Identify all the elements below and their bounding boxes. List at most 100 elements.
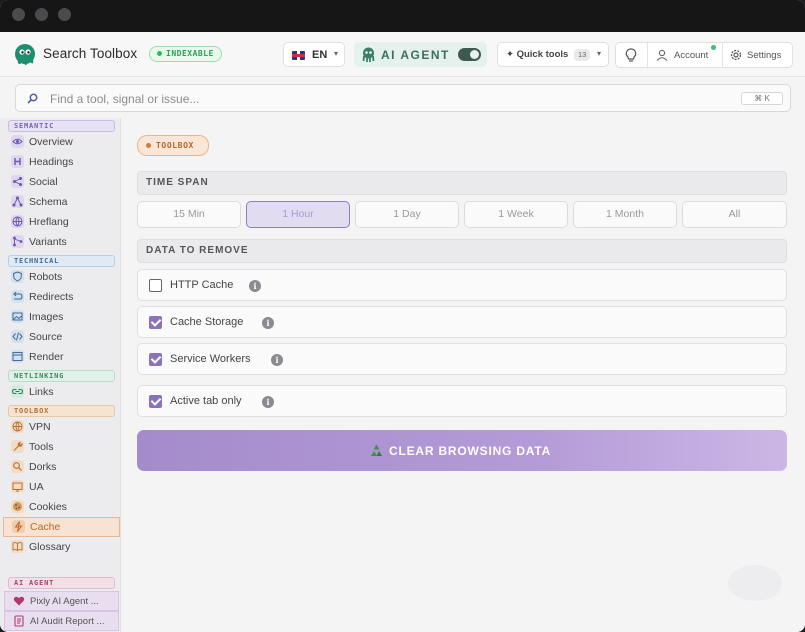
octopus-logo-icon xyxy=(15,44,35,66)
language-selector[interactable]: EN ▾ xyxy=(283,42,345,67)
checkbox[interactable] xyxy=(149,395,162,408)
sidebar-item-robots[interactable]: Robots xyxy=(8,267,119,287)
caret-down-icon: ▾ xyxy=(597,49,602,58)
sidebar-item-variants[interactable]: Variants xyxy=(8,232,119,252)
divider xyxy=(722,43,723,67)
sidebar-item-label: Links xyxy=(29,386,54,398)
time-span-1-week[interactable]: 1 Week xyxy=(464,201,568,228)
search-icon xyxy=(27,93,38,104)
clear-browsing-data-button[interactable]: CLEAR BROWSING DATA xyxy=(137,430,787,471)
sidebar-item-redirects[interactable]: Redirects xyxy=(8,287,119,307)
wrench-icon xyxy=(11,440,24,453)
sidebar-item-headings[interactable]: Headings xyxy=(8,152,119,172)
option-label: HTTP Cache xyxy=(170,279,234,291)
sidebar-item-ai-audit-report[interactable]: AI Audit Report ... xyxy=(4,611,119,631)
sidebar-item-tools[interactable]: Tools xyxy=(8,437,119,457)
app-window: Search Toolbox INDEXABLE EN ▾ AI AGENT ✦… xyxy=(0,0,805,632)
sidebar-item-label: Tools xyxy=(29,441,54,453)
option-label: Active tab only xyxy=(170,395,242,407)
time-span-all[interactable]: All xyxy=(682,201,787,228)
sidebar-item-overview[interactable]: Overview xyxy=(8,132,119,152)
sidebar-item-images[interactable]: Images xyxy=(8,307,119,327)
sidebar-item-label: Social xyxy=(29,176,58,188)
zoom-window-button[interactable] xyxy=(58,8,71,21)
info-icon[interactable]: i xyxy=(262,396,274,408)
ai-agent-switch[interactable]: AI AGENT xyxy=(354,42,487,67)
option-service-workers[interactable]: Service Workers i xyxy=(137,343,787,375)
main-panel: TOOLBOX TIME SPAN 15 Min 1 Hour 1 Day 1 … xyxy=(121,118,805,632)
code-icon xyxy=(11,330,24,343)
time-span-1-month[interactable]: 1 Month xyxy=(573,201,677,228)
gear-icon xyxy=(730,49,742,61)
sidebar-item-label: Schema xyxy=(29,196,68,208)
sidebar-item-schema[interactable]: Schema xyxy=(8,192,119,212)
option-active-tab-only[interactable]: Active tab only i xyxy=(137,385,787,417)
sidebar-item-pixly-ai-agent[interactable]: Pixly AI Agent ... xyxy=(4,591,119,611)
sidebar-item-links[interactable]: Links xyxy=(8,382,119,402)
sidebar-item-label: VPN xyxy=(29,421,51,433)
uk-flag-icon xyxy=(292,51,305,60)
online-status-dot xyxy=(711,45,716,50)
language-code: EN xyxy=(312,49,328,61)
sidebar-item-cache[interactable]: Cache xyxy=(3,517,120,537)
sidebar-item-label: Hreflang xyxy=(29,216,69,228)
sidebar-item-source[interactable]: Source xyxy=(8,327,119,347)
checkbox[interactable] xyxy=(149,353,162,366)
minimize-window-button[interactable] xyxy=(35,8,48,21)
option-cache-storage[interactable]: Cache Storage i xyxy=(137,306,787,338)
schema-icon xyxy=(11,195,24,208)
recycle-icon xyxy=(371,444,382,456)
section-toolbox: TOOLBOX xyxy=(8,405,115,417)
time-span-1-day[interactable]: 1 Day xyxy=(355,201,459,228)
search-input[interactable] xyxy=(50,89,700,109)
ai-agent-label: AI AGENT xyxy=(381,48,450,62)
info-icon[interactable]: i xyxy=(271,354,283,366)
section-netlinking: NETLINKING xyxy=(8,370,115,382)
time-span-15-min[interactable]: 15 Min xyxy=(137,201,241,228)
settings-button[interactable]: Settings xyxy=(747,50,781,61)
section-technical: TECHNICAL xyxy=(8,255,115,267)
search-doc-icon xyxy=(11,460,24,473)
clear-button-label: CLEAR BROWSING DATA xyxy=(389,444,552,458)
quick-tools-button[interactable]: ✦ Quick tools 13 ▾ xyxy=(497,42,609,67)
info-icon[interactable]: i xyxy=(249,280,261,292)
close-window-button[interactable] xyxy=(12,8,25,21)
sidebar-item-hreflang[interactable]: Hreflang xyxy=(8,212,119,232)
image-icon xyxy=(11,310,24,323)
sidebar-item-render[interactable]: Render xyxy=(8,347,119,367)
sidebar-item-dorks[interactable]: Dorks xyxy=(8,457,119,477)
option-label: Cache Storage xyxy=(170,316,244,328)
time-span-title: TIME SPAN xyxy=(137,171,787,195)
sidebar-item-glossary[interactable]: Glossary xyxy=(8,537,119,557)
info-icon[interactable]: i xyxy=(262,317,274,329)
sidebar-item-cookies[interactable]: Cookies xyxy=(8,497,119,517)
redirect-icon xyxy=(11,290,24,303)
browser-icon xyxy=(11,350,24,363)
branch-icon xyxy=(11,235,24,248)
account-button[interactable]: Account xyxy=(674,50,708,61)
divider xyxy=(647,43,648,67)
heart-icon xyxy=(13,596,25,606)
keyboard-shortcut-hint: ⌘ K xyxy=(741,92,783,105)
sidebar-item-label: Render xyxy=(29,351,64,363)
quick-tools-count: 13 xyxy=(574,49,591,61)
toolbox-tag: TOOLBOX xyxy=(137,135,209,156)
report-icon xyxy=(14,615,24,627)
sidebar: SEMANTIC Overview Headings Social Schema… xyxy=(0,118,121,632)
sidebar-item-label: Dorks xyxy=(29,461,57,473)
sidebar-item-social[interactable]: Social xyxy=(8,172,119,192)
caret-down-icon: ▾ xyxy=(334,49,339,58)
option-http-cache[interactable]: HTTP Cache i xyxy=(137,269,787,301)
sidebar-item-vpn[interactable]: VPN xyxy=(8,417,119,437)
time-span-1-hour[interactable]: 1 Hour xyxy=(246,201,350,228)
indexable-badge: INDEXABLE xyxy=(149,46,222,62)
sidebar-item-label: AI Audit Report ... xyxy=(30,616,105,627)
checkbox[interactable] xyxy=(149,316,162,329)
eye-icon xyxy=(11,135,24,148)
lightbulb-icon[interactable] xyxy=(625,48,637,63)
checkbox[interactable] xyxy=(149,279,162,292)
sidebar-item-label: Cookies xyxy=(29,501,67,513)
sidebar-item-ua[interactable]: UA xyxy=(8,477,119,497)
ai-agent-toggle[interactable] xyxy=(458,48,481,61)
sidebar-item-label: Images xyxy=(29,311,64,323)
